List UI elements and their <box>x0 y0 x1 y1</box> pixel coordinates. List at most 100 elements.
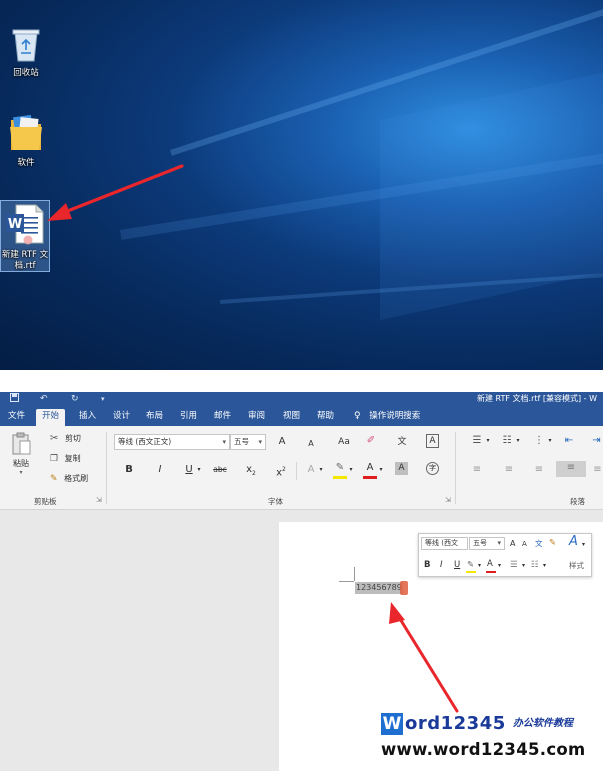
change-case-button[interactable]: Aa <box>334 435 354 449</box>
numbering-icon[interactable]: ☷ <box>500 434 514 448</box>
text-effects-dropdown-icon[interactable]: ▾ <box>318 463 324 477</box>
watermark-brand: W ord12345 办公软件教程 <box>381 713 603 737</box>
selected-text[interactable]: 123456789 <box>355 582 403 594</box>
bold-button[interactable]: B <box>123 463 135 477</box>
cut-button[interactable]: ✂ 剪切 <box>50 433 81 444</box>
tab-home[interactable]: 开始 <box>36 409 66 426</box>
tab-design[interactable]: 设计 <box>107 409 136 426</box>
format-painter-label: 格式刷 <box>64 474 89 483</box>
superscript-button[interactable]: x2 <box>274 463 288 480</box>
multilevel-list-icon[interactable]: ⋮ <box>532 434 546 448</box>
undo-icon[interactable]: ↶ <box>40 393 48 405</box>
mini-bullets-dropdown-icon[interactable]: ▾ <box>522 560 525 571</box>
highlight-dropdown-icon[interactable]: ▾ <box>348 463 354 477</box>
align-left-icon[interactable]: ≡ <box>470 463 484 477</box>
paste-dropdown-icon: ▾ <box>19 469 23 476</box>
mini-italic-button[interactable]: I <box>440 560 443 571</box>
format-painter-button[interactable]: ✎ 格式刷 <box>50 473 88 484</box>
mini-font-size-dropdown[interactable]: 五号 ▾ <box>469 537 505 550</box>
strikethrough-button[interactable]: abc <box>210 463 230 477</box>
underline-button[interactable]: U <box>183 463 195 477</box>
paste-button[interactable]: 粘贴 ▾ <box>6 432 36 484</box>
shrink-font-button[interactable]: A <box>305 437 317 451</box>
mini-styles-icon[interactable]: A <box>569 535 578 548</box>
mini-bullets-icon[interactable]: ☰ <box>510 560 518 571</box>
tab-help[interactable]: 帮助 <box>311 409 340 426</box>
numbering-dropdown-icon[interactable]: ▾ <box>515 434 521 448</box>
tell-me-search[interactable]: ♀ 操作说明搜索 <box>348 409 426 426</box>
superscript-mark: 2 <box>282 466 286 473</box>
group-divider <box>106 432 107 504</box>
tab-mailings[interactable]: 邮件 <box>208 409 237 426</box>
paste-label: 粘贴 <box>13 459 29 468</box>
copy-button[interactable]: ❐ 复制 <box>50 453 81 464</box>
copy-label: 复制 <box>64 454 81 463</box>
mini-highlighter-icon[interactable]: ✎ <box>467 560 474 571</box>
tab-insert[interactable]: 插入 <box>73 409 102 426</box>
highlight-color-bar <box>333 476 347 479</box>
watermark-tagline: 办公软件教程 <box>513 718 573 729</box>
font-launcher-icon[interactable]: ⇲ <box>445 496 451 504</box>
text-effects-button[interactable]: A <box>305 463 317 477</box>
mini-styles-dropdown-icon[interactable]: ▾ <box>582 539 585 550</box>
paintbrush-icon: ✎ <box>50 474 58 484</box>
tab-references[interactable]: 引用 <box>174 409 203 426</box>
mini-highlight-dropdown-icon[interactable]: ▾ <box>478 560 481 571</box>
chevron-down-icon: ▾ <box>222 438 226 446</box>
mini-underline-button[interactable]: U <box>454 560 460 571</box>
font-color-dropdown-icon[interactable]: ▾ <box>378 463 384 477</box>
tab-review[interactable]: 审阅 <box>242 409 271 426</box>
decrease-indent-icon[interactable]: ⇤ <box>562 434 576 448</box>
clipboard-group-label: 剪贴板 <box>34 497 57 506</box>
grow-font-button[interactable]: A <box>276 435 288 449</box>
tab-view[interactable]: 视图 <box>277 409 306 426</box>
font-size-dropdown[interactable]: 五号 ▾ <box>230 434 266 450</box>
customize-qat-icon[interactable]: ▾ <box>101 393 105 405</box>
distributed-icon[interactable]: ≡ <box>592 463 603 477</box>
mini-font-name-value: 等线 (西文 <box>425 539 458 547</box>
font-color-button[interactable]: A <box>364 461 376 475</box>
character-border-button[interactable]: A <box>426 434 439 448</box>
mini-shrink-font-button[interactable]: A <box>522 539 527 550</box>
mini-font-color-button[interactable]: A <box>487 559 493 570</box>
highlighter-icon[interactable]: ✎ <box>334 461 346 475</box>
mini-bold-button[interactable]: B <box>424 560 430 571</box>
ribbon-tabs: 文件 开始 插入 设计 布局 引用 邮件 审阅 视图 帮助 ♀ 操作说明搜索 <box>0 406 603 426</box>
clipboard-launcher-icon[interactable]: ⇲ <box>96 496 102 504</box>
underline-dropdown-icon[interactable]: ▾ <box>196 463 202 477</box>
save-icon[interactable] <box>10 393 19 406</box>
mini-phonetic-button[interactable]: 文 <box>535 538 543 549</box>
watermark-url: www.word12345.com <box>381 740 586 759</box>
justify-icon[interactable]: ≡ <box>556 461 586 477</box>
mini-grow-font-button[interactable]: A <box>510 538 515 549</box>
font-name-value: 等线 (西文正文) <box>118 437 172 446</box>
subscript-button[interactable]: x2 <box>244 463 258 481</box>
lightbulb-icon: ♀ <box>354 411 361 421</box>
tell-me-label: 操作说明搜索 <box>369 411 421 421</box>
align-center-icon[interactable]: ≡ <box>502 463 516 477</box>
multilevel-dropdown-icon[interactable]: ▾ <box>547 434 553 448</box>
mini-styles-label[interactable]: 样式 <box>569 560 584 571</box>
tab-layout[interactable]: 布局 <box>140 409 169 426</box>
clear-formatting-icon[interactable]: ✐ <box>364 434 378 448</box>
character-shading-button[interactable]: A <box>395 462 408 475</box>
mini-format-painter-icon[interactable]: ✎ <box>549 538 556 549</box>
mini-font-name-dropdown[interactable]: 等线 (西文 <box>421 537 468 550</box>
bullets-icon[interactable]: ☰ <box>470 434 484 448</box>
italic-button[interactable]: I <box>154 463 166 477</box>
mini-highlight-color-bar <box>466 571 476 573</box>
phonetic-guide-button[interactable]: 文 <box>395 435 409 449</box>
bullets-dropdown-icon[interactable]: ▾ <box>485 434 491 448</box>
mini-numbering-dropdown-icon[interactable]: ▾ <box>543 560 546 571</box>
align-right-icon[interactable]: ≡ <box>532 463 546 477</box>
mini-font-color-bar <box>486 571 496 573</box>
enclose-characters-button[interactable]: 字 <box>426 462 439 475</box>
mini-font-color-dropdown-icon[interactable]: ▾ <box>498 560 501 571</box>
font-group-label: 字体 <box>268 497 283 506</box>
redo-icon[interactable]: ↻ <box>71 393 79 405</box>
mini-numbering-icon[interactable]: ☷ <box>531 560 539 571</box>
increase-indent-icon[interactable]: ⇥ <box>590 434 603 448</box>
tab-file[interactable]: 文件 <box>2 409 31 426</box>
font-name-dropdown[interactable]: 等线 (西文正文) ▾ <box>114 434 230 450</box>
crop-mark <box>354 567 355 581</box>
